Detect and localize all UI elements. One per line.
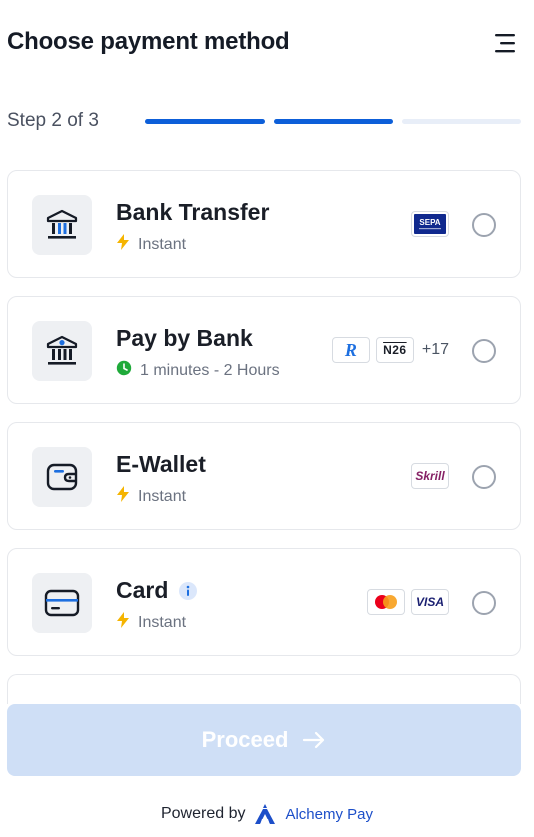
bolt-icon [116,486,130,507]
skrill-logo: Skrill [411,463,449,489]
proceed-button[interactable]: Proceed [7,704,521,776]
payment-option-bank-transfer[interactable]: Bank Transfer Instant SEPA [7,170,521,278]
arrow-right-icon [302,730,326,750]
mastercard-logo [367,589,405,615]
speed-label: Instant [138,487,187,505]
speed-label: Instant [138,613,187,631]
radio-e-wallet[interactable] [472,465,496,489]
method-name: E-Wallet [116,451,206,477]
bolt-icon [116,612,130,633]
alchemy-pay-logo-icon [253,803,277,825]
payment-option-partial[interactable] [7,674,521,704]
brand-name[interactable]: Alchemy Pay [285,806,373,823]
footer: Powered by Alchemy Pay [0,802,534,826]
proceed-label: Proceed [201,727,289,752]
powered-by-label: Powered by [160,805,246,822]
speed-label: 1 minutes - 2 Hours [140,361,280,379]
method-name: Bank Transfer [116,199,270,225]
step-bar-3 [402,119,521,124]
radio-bank-transfer[interactable] [472,213,496,237]
payment-option-card[interactable]: Card Instant VISA [7,548,521,656]
method-speed: Instant [116,612,186,633]
step-label: Step 2 of 3 [7,110,99,131]
header: Choose payment method [7,28,519,60]
method-name: Pay by Bank [116,325,253,351]
badge-group: Skrill [411,463,449,489]
badge-group: SEPA [411,211,449,237]
more-count: +17 [421,341,449,358]
step-indicator: Step 2 of 3 [7,108,521,134]
clock-icon [116,360,132,381]
badge-group: R N26 +17 [331,337,449,363]
revolut-logo: R [331,337,370,363]
method-speed: 1 minutes - 2 Hours [116,360,280,381]
method-speed: Instant [116,486,186,507]
sepa-logo: SEPA [411,211,449,237]
menu-icon[interactable] [491,30,519,56]
n26-logo: N26 [375,337,414,363]
visa-logo: VISA [411,589,449,615]
radio-pay-by-bank[interactable] [472,339,496,363]
method-speed: Instant [116,234,186,255]
payment-option-e-wallet[interactable]: E-Wallet Instant Skrill [7,422,521,530]
step-bar-2 [274,119,393,124]
method-name: Card [116,577,169,603]
speed-label: Instant [138,235,187,253]
card-icon [32,573,92,633]
badge-group: VISA [367,589,449,615]
sepa-logo-text: SEPA [419,218,440,227]
radio-card[interactable] [472,591,496,615]
bank-icon [32,195,92,255]
info-icon[interactable] [179,582,197,600]
bank-euro-icon [32,321,92,381]
bolt-icon [116,234,130,255]
page-title: Choose payment method [7,28,290,55]
payment-option-pay-by-bank[interactable]: Pay by Bank 1 minutes - 2 Hours R N26 +1… [7,296,521,404]
wallet-icon [32,447,92,507]
step-bar-1 [145,119,265,124]
